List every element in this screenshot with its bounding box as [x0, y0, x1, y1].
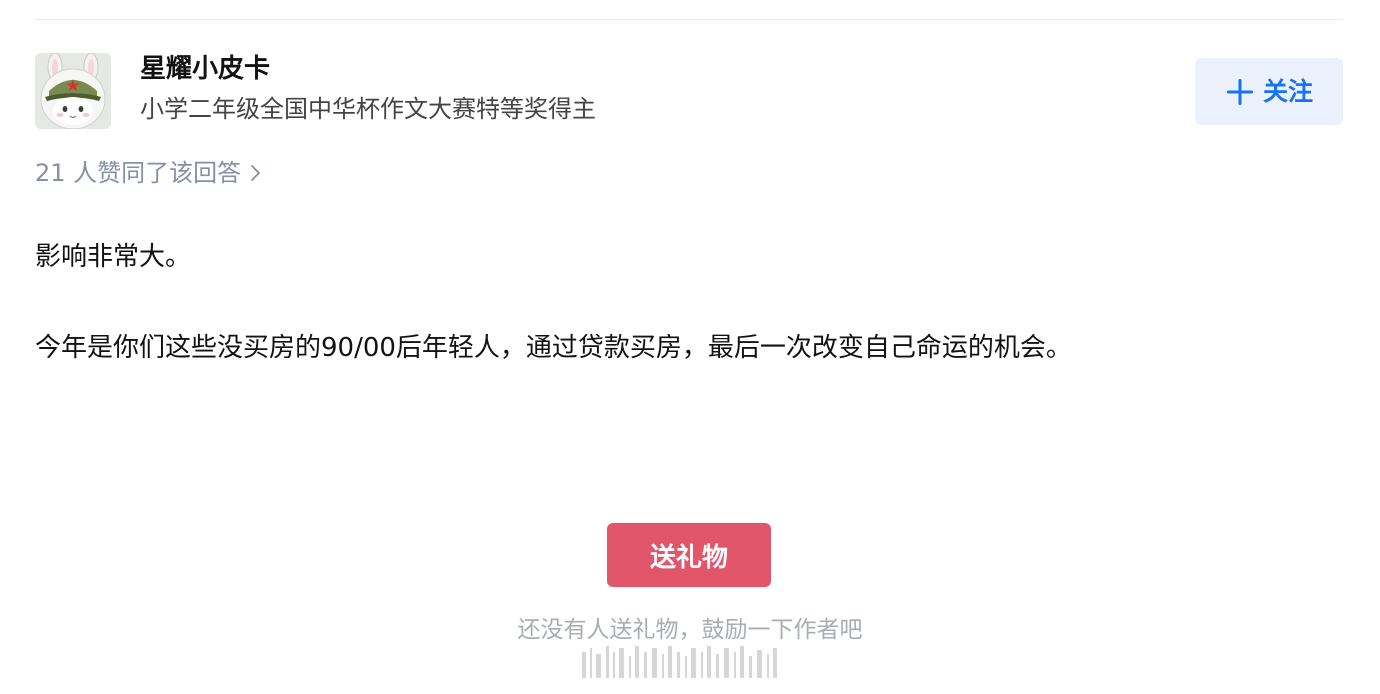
gift-hint-text: 还没有人送礼物，鼓励一下作者吧 [517, 617, 863, 643]
plus-icon [1226, 78, 1253, 105]
watermark-barcode-icon [582, 646, 777, 678]
answer-paragraph: 影响非常大。 [35, 242, 192, 272]
answer-paragraph: 今年是你们这些没买房的90/00后年轻人，通过贷款买房，最后一次改变自己命运的机… [35, 333, 1072, 363]
voters-count-text: 21 人赞同了该回答 [35, 159, 242, 187]
bunny-hood-soldier-avatar-icon [35, 53, 111, 129]
author-headline: 小学二年级全国中华杯作文大赛特等奖得主 [140, 95, 596, 123]
follow-button[interactable]: 关注 [1195, 58, 1343, 125]
send-gift-button[interactable]: 送礼物 [607, 523, 771, 587]
voters-link[interactable]: 21 人赞同了该回答 [35, 157, 263, 189]
author-avatar[interactable] [35, 53, 111, 129]
author-name[interactable]: 星耀小皮卡 [140, 52, 270, 86]
follow-button-label: 关注 [1262, 76, 1313, 106]
chevron-right-icon [251, 165, 261, 181]
top-divider [35, 19, 1343, 20]
